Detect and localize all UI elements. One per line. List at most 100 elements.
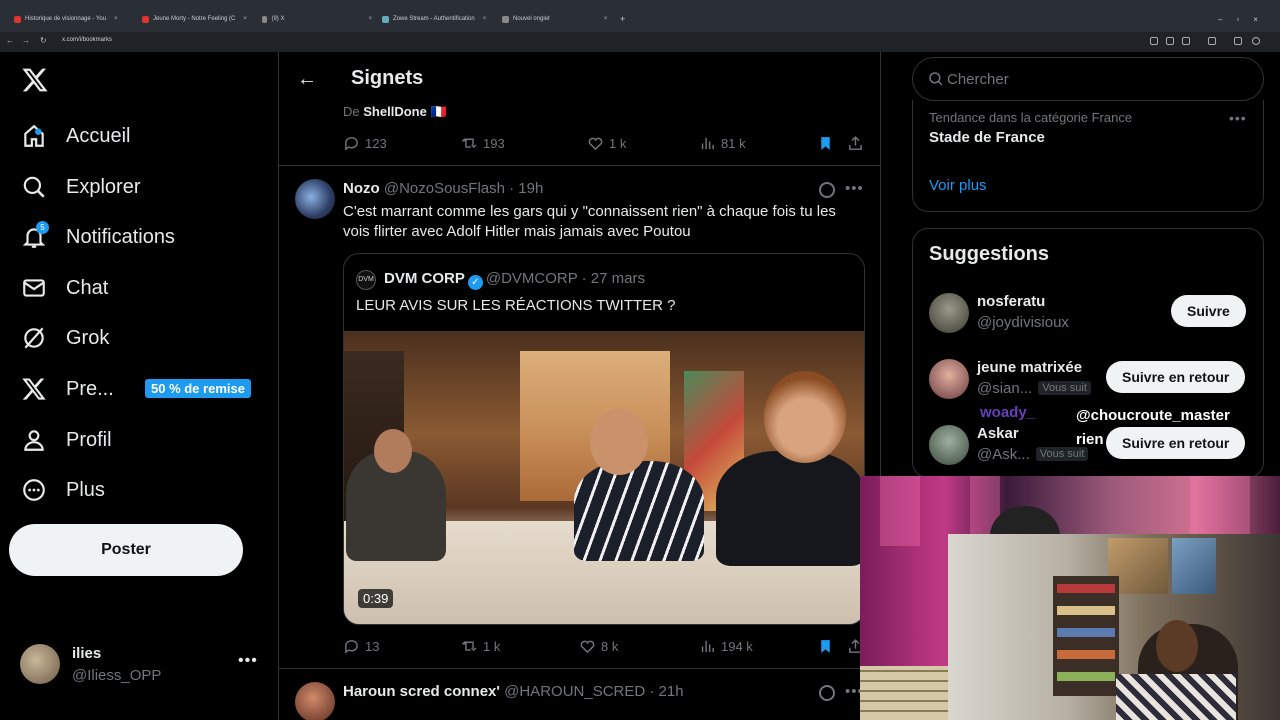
search-placeholder: Chercher [947,71,1009,88]
zoom-icon[interactable] [1166,37,1174,45]
back-icon[interactable]: ← [6,36,14,45]
new-tab-button[interactable]: + [620,10,630,28]
trend-title[interactable]: Stade de France [929,129,1045,146]
browser-tab[interactable]: Historique de visionnage - You × [14,10,132,28]
tab-label: Nouvel onglet [513,16,550,22]
sidebar-item-explore[interactable]: Explorer [20,167,140,207]
more-circle-icon [20,476,48,504]
reply-button[interactable]: 13 [343,638,379,655]
sidebar-item-home[interactable]: Accueil [20,116,130,156]
youtube-icon [142,15,149,23]
quoted-tweet[interactable]: DVM DVM CORP ✓ @DVMCORP · 27 mars LEUR AVI… [343,253,865,625]
video-scene [574,461,704,561]
divider [279,668,880,669]
suggestion-item[interactable]: jeune matrixée @sian... Vous suit Suivre … [929,355,1259,405]
views-button[interactable]: 81 k [699,135,746,152]
forward-icon[interactable]: → [22,36,30,45]
search-input[interactable]: Chercher [912,57,1264,101]
sidebar-item-profile[interactable]: Profil [20,420,112,460]
tweet-text: C'est marrant comme les gars qui y "conn… [343,203,836,240]
like-button[interactable]: 8 k [579,638,618,655]
sidebar-item-label: Plus [66,478,105,501]
browser-tab-active[interactable]: (9) X × [262,10,372,28]
close-icon[interactable]: × [114,16,118,22]
more-icon[interactable]: ••• [1229,110,1247,126]
follow-back-button[interactable]: Suivre en retour [1106,361,1246,393]
avatar [929,293,969,333]
author-name[interactable]: Nozo [343,180,380,197]
sidebar-item-label: Chat [66,276,109,299]
search-icon [929,72,943,86]
tweet-actions: 123 193 1 k 81 k [343,135,868,155]
tab-label: (9) X [271,16,285,22]
author-handle: @DVMCORP · 27 mars [485,270,645,287]
x-logo-icon[interactable] [21,66,49,94]
see-more-link[interactable]: Voir plus [929,177,987,194]
avatar [929,359,969,399]
star-icon[interactable] [1182,37,1190,45]
handle-text: @sian... [977,380,1033,397]
post-button[interactable]: Poster [9,524,243,576]
sidebar-item-chat[interactable]: Chat [20,268,108,308]
browser-tab[interactable]: Zowe Stream - Authentification × [382,10,492,28]
avatar[interactable] [295,179,335,219]
url-field[interactable]: x.com/i/bookmarks [62,37,112,43]
sidebar-item-label: Notifications [66,225,175,248]
x-logo-icon [20,375,48,403]
more-icon[interactable]: ••• [238,652,258,670]
flag-icon: 🇫🇷 [430,104,447,119]
retweet-button[interactable]: 193 [461,135,505,152]
retweet-button[interactable]: 1 k [461,638,500,655]
grok-icon[interactable] [819,182,835,198]
video-scene [716,451,864,566]
suggestion-name: nosferatu [977,293,1046,310]
views-icon [701,137,714,150]
site-icon [502,15,509,23]
window-controls[interactable]: –▫× [1218,10,1278,28]
avatar[interactable] [295,682,335,720]
browser-tab[interactable]: Nouvel onglet × [502,10,612,28]
author-handle[interactable]: @NozoSousFlash · 19h [384,180,543,197]
reply-icon [345,640,358,654]
more-icon[interactable]: ••• [845,180,864,197]
grok-icon[interactable] [819,685,835,701]
follow-button[interactable]: Suivre [1171,295,1246,327]
sidebar-item-premium[interactable]: Pre... [20,369,114,409]
author-name[interactable]: Haroun scred connex' [343,683,500,700]
extensions-icon[interactable] [1208,37,1216,45]
premium-discount-badge[interactable]: 50 % de remise [145,379,251,398]
page-title: Signets [351,67,424,89]
close-icon[interactable]: × [483,16,487,22]
close-icon[interactable]: × [604,16,608,22]
reply-button[interactable]: 123 [343,135,387,152]
webcam-scene [1053,576,1119,696]
sidebar-item-grok[interactable]: Grok [20,318,109,358]
browser-tab-bar: Historique de visionnage - You × Jeune Mo… [0,0,1280,32]
chat-overlay-user: @choucroute_master [1076,407,1230,424]
views-button[interactable]: 194 k [699,638,753,655]
browser-tab[interactable]: Jeune Morty - Notre Feeling (C × [142,10,252,28]
avatar: DVM [356,270,376,290]
like-button[interactable]: 1 k [587,135,626,152]
sidebar-item-label: Explorer [66,175,141,198]
sidebar-item-more[interactable]: Plus [20,470,105,510]
bookmark-button[interactable] [817,135,834,152]
extension-icon[interactable] [1150,37,1158,45]
close-icon[interactable]: × [243,16,247,22]
account-name: ilies [72,645,102,662]
close-icon[interactable]: × [368,16,372,22]
source-name[interactable]: ShellDone [363,104,427,119]
retweet-count: 1 k [483,639,501,654]
menu-icon[interactable] [1252,37,1260,45]
author-name: DVM CORP [384,270,465,287]
profile-icon[interactable] [1234,37,1242,45]
share-button[interactable] [847,135,864,152]
suggestion-item[interactable]: nosferatu @joydivisioux Suivre [929,289,1259,339]
video-player[interactable]: 0:39 [344,331,864,624]
account-switcher[interactable]: ilies @Iliess_OPP ••• [20,640,260,690]
back-arrow-icon[interactable]: ← [297,68,317,91]
reload-icon[interactable]: ↻ [40,36,47,45]
chat-overlay: @choucroute_master rien [1076,404,1230,452]
author-handle[interactable]: @HAROUN_SCRED · 21h [504,683,683,700]
bookmark-button[interactable] [817,638,834,655]
